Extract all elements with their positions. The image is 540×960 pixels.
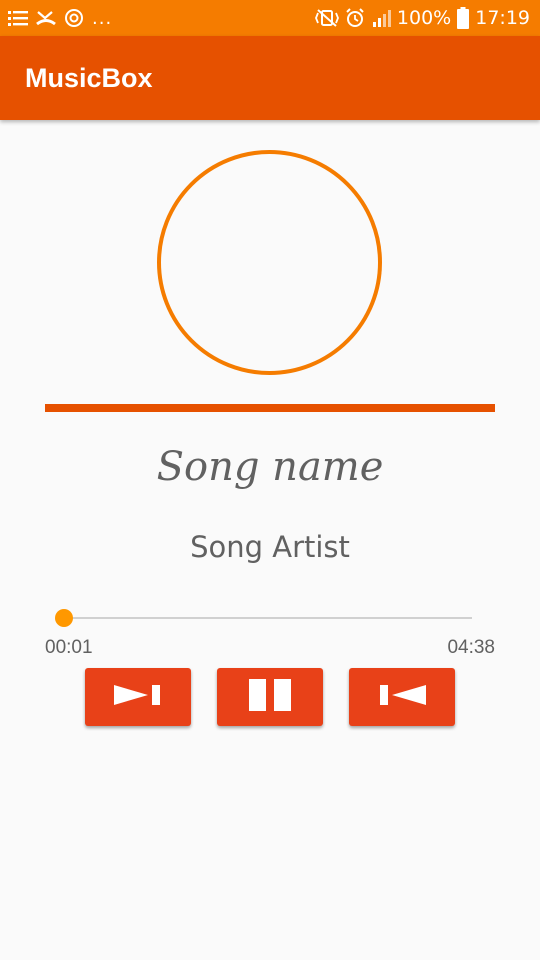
- signal-icon: [371, 8, 391, 28]
- divider-bar: [45, 404, 495, 412]
- alarm-icon: [345, 8, 365, 28]
- more-notifications: ...: [92, 7, 113, 29]
- battery-icon: [457, 7, 470, 29]
- song-name: Song name: [156, 444, 384, 490]
- playback-controls: [85, 668, 455, 726]
- skip-previous-button[interactable]: [349, 668, 455, 726]
- pause-button[interactable]: [217, 668, 323, 726]
- status-right: 100% 17:19: [314, 7, 530, 29]
- vibrate-icon: [314, 8, 339, 28]
- status-left: ...: [8, 8, 112, 29]
- time-current: 00:01: [45, 637, 93, 658]
- battery-percent: 100%: [396, 7, 452, 29]
- skip-previous-icon: [374, 681, 430, 714]
- app-title: MusicBox: [25, 62, 153, 93]
- status-bar: ... 100% 17:19: [0, 0, 540, 36]
- album-art-circle: [157, 150, 382, 375]
- clock: 17:19: [475, 7, 530, 29]
- play-next-button[interactable]: [85, 668, 191, 726]
- seekbar[interactable]: [54, 608, 472, 628]
- song-artist: Song Artist: [190, 530, 350, 564]
- seek-thumb[interactable]: [54, 609, 73, 627]
- seek-track[interactable]: [62, 617, 472, 619]
- play-next-icon: [110, 681, 166, 714]
- app-bar: MusicBox: [0, 36, 540, 120]
- sync-icon: [64, 8, 84, 28]
- missed-call-icon: [36, 9, 56, 27]
- time-total: 04:38: [447, 637, 495, 658]
- list-icon: [8, 9, 28, 27]
- pause-icon: [242, 678, 298, 717]
